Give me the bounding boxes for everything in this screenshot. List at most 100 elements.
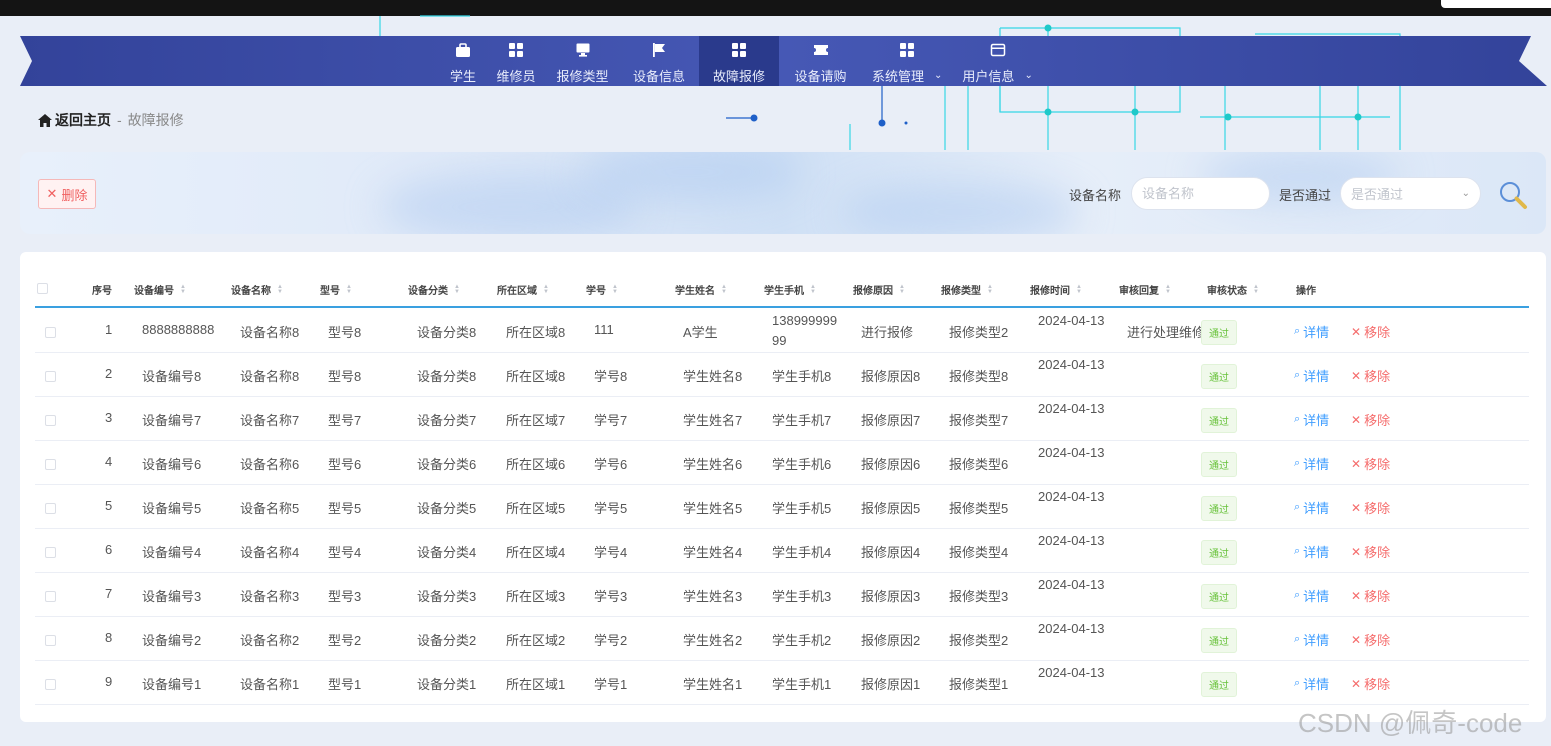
sort-icon[interactable]: ▲ ▼ xyxy=(721,284,727,295)
column-header-8[interactable]: 学生手机 ▲ ▼ xyxy=(764,282,816,298)
remove-button[interactable]: ✕ 移除 xyxy=(1351,322,1390,341)
delete-button[interactable]: ✕ 删除 xyxy=(38,179,96,209)
detail-button[interactable]: ⌕ 详情 xyxy=(1294,366,1329,385)
sort-icon[interactable]: ▲ ▼ xyxy=(612,284,618,295)
detail-button[interactable]: ⌕ 详情 xyxy=(1294,586,1329,605)
row-checkbox[interactable] xyxy=(45,415,56,426)
cell-no: 4 xyxy=(105,454,113,469)
column-header-1[interactable]: 设备编号 ▲ ▼ xyxy=(134,282,186,298)
card-icon xyxy=(990,42,1006,66)
sort-icon[interactable]: ▲ ▼ xyxy=(899,284,905,295)
table-row[interactable]: 3 设备编号7 设备名称7 型号7 设备分类7 所在区域7 学号7 学生姓名7 学生手机7 报修原… xyxy=(35,397,1529,441)
nav-item-4[interactable]: 故障报修 xyxy=(699,36,780,86)
close-icon: ✕ xyxy=(1351,368,1362,383)
breadcrumb-separator: - xyxy=(117,112,122,128)
column-header-2[interactable]: 设备名称 ▲ ▼ xyxy=(231,282,283,298)
detail-button[interactable]: ⌕ 详情 xyxy=(1294,542,1329,561)
column-header-9[interactable]: 报修原因 ▲ ▼ xyxy=(853,282,905,298)
sort-icon[interactable]: ▲ ▼ xyxy=(454,284,460,295)
select-all-checkbox[interactable] xyxy=(37,283,48,294)
sort-icon[interactable]: ▲ ▼ xyxy=(543,284,549,295)
row-checkbox[interactable] xyxy=(45,459,56,470)
nav-item-1[interactable]: 维修员 xyxy=(486,36,546,86)
table-header: 序号 设备编号 ▲ ▼ 设备名称 ▲ ▼ 型号 ▲ ▼ 设备分类 ▲ ▼ 所在区域 ▲ ▼ 学号 ▲ ▼ 学生姓名 ▲ ▼… xyxy=(35,274,1529,308)
table-row[interactable]: 2 设备编号8 设备名称8 型号8 设备分类8 所在区域8 学号8 学生姓名8 学生手机8 报修原… xyxy=(35,353,1529,397)
status-badge: 通过 xyxy=(1201,496,1237,521)
table-row[interactable]: 9 设备编号1 设备名称1 型号1 设备分类1 所在区域1 学号1 学生姓名1 学生手机1 报修原… xyxy=(35,661,1529,705)
nav-item-label: 报修类型 xyxy=(557,66,609,85)
status-badge: 通过 xyxy=(1201,540,1237,565)
breadcrumb-home[interactable]: 返回主页 xyxy=(38,110,111,130)
nav-item-3[interactable]: 设备信息 xyxy=(619,36,699,86)
ticket-icon xyxy=(813,42,829,66)
nav-item-label: 设备信息 xyxy=(633,66,685,85)
approved-select[interactable]: 是否通过 ⌄ xyxy=(1340,177,1481,210)
nav-item-0[interactable]: 学生 xyxy=(440,36,486,86)
detail-button[interactable]: ⌕ 详情 xyxy=(1294,322,1329,341)
sort-icon[interactable]: ▲ ▼ xyxy=(1165,284,1171,295)
search-icon[interactable] xyxy=(1498,180,1528,210)
watermark: CSDN @佩奇-code xyxy=(1298,708,1523,738)
row-checkbox[interactable] xyxy=(45,635,56,646)
column-header-7[interactable]: 学生姓名 ▲ ▼ xyxy=(675,282,727,298)
close-icon: ✕ xyxy=(1351,588,1362,603)
sort-icon[interactable]: ▲ ▼ xyxy=(180,284,186,295)
sort-icon[interactable]: ▲ ▼ xyxy=(1253,284,1259,295)
sort-icon[interactable]: ▲ ▼ xyxy=(1076,284,1082,295)
table-row[interactable]: 6 设备编号4 设备名称4 型号4 设备分类4 所在区域4 学号4 学生姓名4 学生手机4 报修原… xyxy=(35,529,1529,573)
column-header-12[interactable]: 审核回复 ▲ ▼ xyxy=(1119,282,1171,298)
nav-item-5[interactable]: 设备请购 xyxy=(779,36,862,86)
cell-time: 2024-04-13 xyxy=(1038,401,1105,416)
remove-button[interactable]: ✕ 移除 xyxy=(1351,410,1390,429)
column-header-label: 学号 xyxy=(586,286,606,297)
chevron-down-icon: ⌄ xyxy=(934,70,943,81)
row-checkbox[interactable] xyxy=(45,679,56,690)
table-row[interactable]: 5 设备编号5 设备名称5 型号5 设备分类5 所在区域5 学号5 学生姓名5 学生手机5 报修原… xyxy=(35,485,1529,529)
cell-sname: 学生姓名4 xyxy=(683,545,743,560)
cell-reason: 报修原因8 xyxy=(861,369,921,384)
sort-icon[interactable]: ▲ ▼ xyxy=(810,284,816,295)
sort-icon[interactable]: ▲ ▼ xyxy=(346,284,352,295)
cell-reason: 报修原因5 xyxy=(861,501,921,516)
remove-button[interactable]: ✕ 移除 xyxy=(1351,542,1390,561)
row-checkbox[interactable] xyxy=(45,503,56,514)
sort-icon[interactable]: ▲ ▼ xyxy=(277,284,283,295)
remove-button[interactable]: ✕ 移除 xyxy=(1351,674,1390,693)
table-row[interactable]: 7 设备编号3 设备名称3 型号3 设备分类3 所在区域3 学号3 学生姓名3 学生手机3 报修原… xyxy=(35,573,1529,617)
column-header-6[interactable]: 学号 ▲ ▼ xyxy=(586,282,618,298)
detail-button[interactable]: ⌕ 详情 xyxy=(1294,498,1329,517)
column-header-4[interactable]: 设备分类 ▲ ▼ xyxy=(408,282,460,298)
sort-icon[interactable]: ▲ ▼ xyxy=(987,284,993,295)
remove-button[interactable]: ✕ 移除 xyxy=(1351,454,1390,473)
remove-button[interactable]: ✕ 移除 xyxy=(1351,586,1390,605)
table-row[interactable]: 8 设备编号2 设备名称2 型号2 设备分类2 所在区域2 学号2 学生姓名2 学生手机2 报修原… xyxy=(35,617,1529,661)
cell-model: 型号3 xyxy=(328,589,362,604)
column-header-10[interactable]: 报修类型 ▲ ▼ xyxy=(941,282,993,298)
detail-button[interactable]: ⌕ 详情 xyxy=(1294,454,1329,473)
detail-button[interactable]: ⌕ 详情 xyxy=(1294,630,1329,649)
remove-button[interactable]: ✕ 移除 xyxy=(1351,498,1390,517)
nav-item-7[interactable]: 用户信息 ⌄ xyxy=(952,36,1042,86)
device-name-input[interactable] xyxy=(1131,177,1270,210)
column-header-13[interactable]: 审核状态 ▲ ▼ xyxy=(1207,282,1259,298)
view-icon: ⌕ xyxy=(1294,677,1301,689)
detail-button[interactable]: ⌕ 详情 xyxy=(1294,410,1329,429)
column-header-3[interactable]: 型号 ▲ ▼ xyxy=(320,282,352,298)
column-header-5[interactable]: 所在区域 ▲ ▼ xyxy=(497,282,549,298)
row-checkbox[interactable] xyxy=(45,547,56,558)
detail-button[interactable]: ⌕ 详情 xyxy=(1294,674,1329,693)
detail-label: 详情 xyxy=(1303,369,1330,384)
column-header-11[interactable]: 报修时间 ▲ ▼ xyxy=(1030,282,1082,298)
row-checkbox[interactable] xyxy=(45,327,56,338)
remove-button[interactable]: ✕ 移除 xyxy=(1351,630,1390,649)
row-checkbox[interactable] xyxy=(45,591,56,602)
table-row[interactable]: 4 设备编号6 设备名称6 型号6 设备分类6 所在区域6 学号6 学生姓名6 学生手机6 报修原… xyxy=(35,441,1529,485)
column-header-label: 报修原因 xyxy=(853,286,893,297)
cell-sid: 学号2 xyxy=(594,633,628,648)
nav-item-6[interactable]: 系统管理 ⌄ xyxy=(862,36,952,86)
nav-item-2[interactable]: 报修类型 xyxy=(546,36,619,86)
row-checkbox[interactable] xyxy=(45,371,56,382)
remove-button[interactable]: ✕ 移除 xyxy=(1351,366,1390,385)
table-row[interactable]: 1 8888888888 设备名称8 型号8 设备分类8 所在区域8 111 A学生 13899… xyxy=(35,309,1529,353)
nav-item-label: 故障报修 xyxy=(713,66,765,85)
